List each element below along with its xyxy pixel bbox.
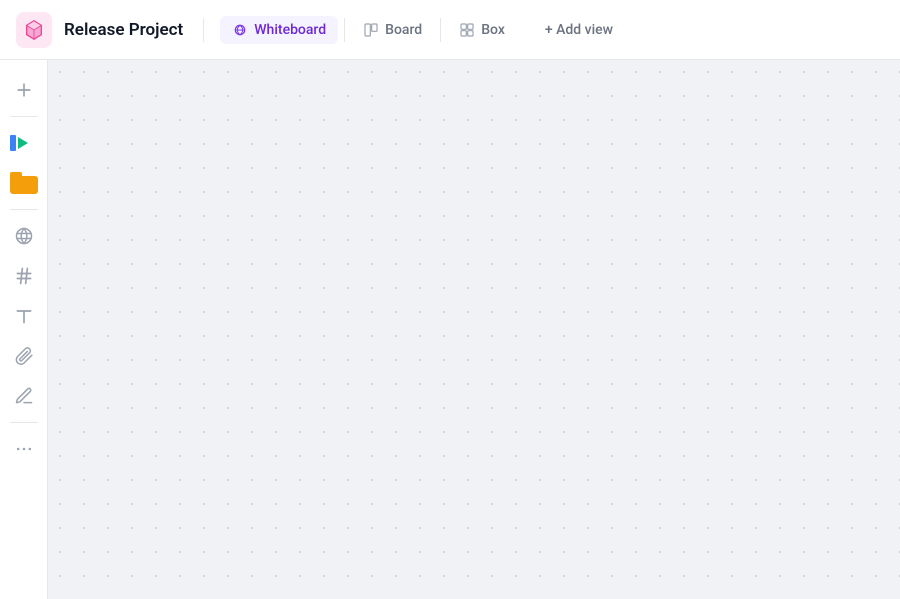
tab-box-label: Box	[481, 22, 505, 38]
card-media-preview	[10, 133, 38, 153]
board-icon	[363, 22, 379, 38]
sidebar-separator-2	[10, 209, 38, 210]
canvas-dots-background	[48, 60, 900, 599]
card-media-tool[interactable]	[6, 125, 42, 161]
tab-divider-1	[344, 18, 345, 42]
header-divider	[203, 18, 204, 42]
add-button[interactable]	[6, 72, 42, 108]
whiteboard-canvas[interactable]	[48, 60, 900, 599]
box-icon	[459, 22, 475, 38]
sidebar-separator-1	[10, 116, 38, 117]
header: Release Project Whiteboard	[0, 0, 900, 60]
tab-whiteboard[interactable]: Whiteboard	[220, 16, 338, 44]
tab-box[interactable]: Box	[447, 16, 517, 44]
hash-tool[interactable]	[6, 258, 42, 294]
app-icon	[16, 12, 52, 48]
tab-whiteboard-label: Whiteboard	[254, 22, 326, 38]
main-layout	[0, 60, 900, 599]
sidebar	[0, 60, 48, 599]
folder-preview	[10, 172, 38, 194]
more-button[interactable]	[6, 431, 42, 467]
add-view-label: + Add view	[545, 22, 613, 38]
add-view-button[interactable]: + Add view	[533, 16, 625, 44]
tab-divider-2	[440, 18, 441, 42]
tab-board-label: Board	[385, 22, 422, 38]
sidebar-separator-3	[10, 422, 38, 423]
text-tool[interactable]	[6, 298, 42, 334]
attach-tool[interactable]	[6, 338, 42, 374]
draw-tool[interactable]	[6, 378, 42, 414]
folder-tool[interactable]	[6, 165, 42, 201]
globe-tool[interactable]	[6, 218, 42, 254]
project-title: Release Project	[64, 20, 183, 40]
tab-board[interactable]: Board	[351, 16, 434, 44]
whiteboard-icon	[232, 22, 248, 38]
nav-tabs: Whiteboard Board	[220, 16, 517, 44]
